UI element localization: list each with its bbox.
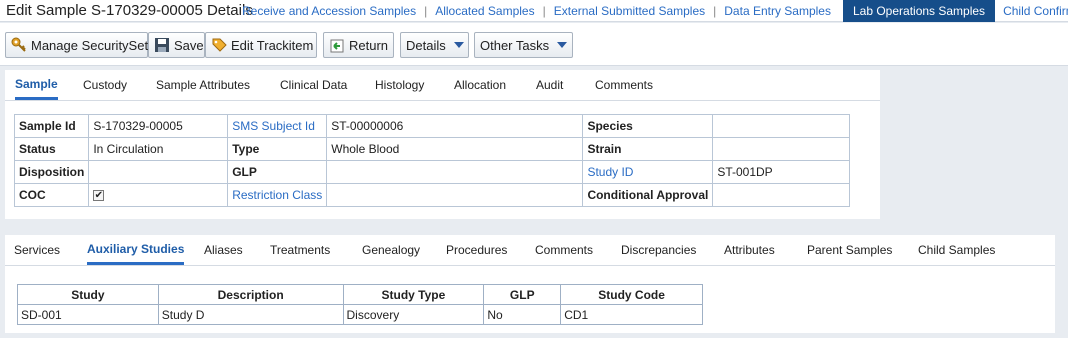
tab-histology[interactable]: Histology [375, 70, 424, 100]
tab-genealogy[interactable]: Genealogy [362, 235, 420, 265]
strain-value [712, 137, 850, 161]
sample-id-label: Sample Id [13, 114, 90, 138]
tab-comments-lower[interactable]: Comments [535, 235, 593, 265]
tab-parent-samples[interactable]: Parent Samples [807, 235, 892, 265]
column-header-study[interactable]: Study [17, 284, 159, 305]
page-title: Edit Sample S-170329-00005 Details [6, 2, 253, 19]
other-tasks-dropdown[interactable]: Other Tasks [474, 32, 573, 58]
restriction-class-link[interactable]: Restriction Class [227, 183, 328, 207]
nav-receive-and-accession[interactable]: Receive and Accession Samples [234, 4, 424, 18]
save-button[interactable]: Save [148, 32, 205, 58]
nav-lab-operations-samples[interactable]: Lab Operations Samples [842, 0, 996, 22]
tab-auxiliary-studies[interactable]: Auxiliary Studies [87, 235, 185, 265]
toolbar: Manage SecuritySet Save Edit Trackitem R… [0, 23, 1068, 66]
tab-audit[interactable]: Audit [536, 70, 563, 100]
nav-data-entry-samples[interactable]: Data Entry Samples [716, 4, 839, 18]
return-icon [329, 37, 345, 53]
tab-attributes[interactable]: Attributes [724, 235, 775, 265]
return-button[interactable]: Return [323, 32, 394, 58]
floppy-disk-icon [154, 37, 170, 53]
study-id-value: ST-001DP [712, 160, 850, 184]
tab-divider [5, 265, 1055, 266]
cell-glp: No [483, 304, 562, 325]
table-row[interactable]: SD-001 Study D Discovery No CD1 [17, 304, 703, 325]
cell-study-type: Discovery [342, 304, 485, 325]
edit-trackitem-label: Edit Trackitem [231, 37, 314, 53]
tab-discrepancies[interactable]: Discrepancies [621, 235, 696, 265]
coc-cell: ✔ [88, 183, 229, 207]
cell-study: SD-001 [17, 304, 159, 325]
details-label: Details [406, 37, 446, 53]
nav-allocated-samples[interactable]: Allocated Samples [427, 4, 542, 18]
glp-label: GLP [227, 160, 328, 184]
key-icon [11, 37, 27, 53]
tab-child-samples[interactable]: Child Samples [918, 235, 995, 265]
top-nav: Receive and Accession Samples | Allocate… [234, 0, 1068, 22]
study-id-link[interactable]: Study ID [582, 160, 714, 184]
status-label: Status [13, 137, 90, 161]
conditional-approval-value [712, 183, 850, 207]
edit-trackitem-button[interactable]: Edit Trackitem [205, 32, 317, 58]
table-row: Sample Id S-170329-00005 SMS Subject Id … [13, 114, 850, 138]
sample-panel: Sample Custody Sample Attributes Clinica… [5, 70, 880, 219]
tab-procedures[interactable]: Procedures [446, 235, 507, 265]
glp-value [326, 160, 584, 184]
sms-subject-id-value: ST-00000006 [326, 114, 584, 138]
other-tasks-label: Other Tasks [480, 37, 550, 53]
sms-subject-id-link[interactable]: SMS Subject Id [227, 114, 328, 138]
species-label: Species [582, 114, 714, 138]
sample-info-table: Sample Id S-170329-00005 SMS Subject Id … [13, 114, 850, 207]
table-row: Disposition GLP Study ID ST-001DP [13, 160, 850, 184]
table-row: Status In Circulation Type Whole Blood S… [13, 137, 850, 161]
species-value [712, 114, 850, 138]
manage-securityset-button[interactable]: Manage SecuritySet [5, 32, 148, 58]
cell-description: Study D [157, 304, 344, 325]
chevron-down-icon [557, 42, 568, 48]
manage-securityset-label: Manage SecuritySet [31, 37, 149, 53]
disposition-label: Disposition [13, 160, 90, 184]
restriction-class-value [326, 183, 584, 207]
tab-clinical-data[interactable]: Clinical Data [280, 70, 347, 100]
tab-aliases[interactable]: Aliases [204, 235, 243, 265]
tab-divider [5, 100, 880, 101]
column-header-study-type[interactable]: Study Type [342, 284, 485, 305]
tab-treatments[interactable]: Treatments [270, 235, 330, 265]
cell-study-code: CD1 [560, 304, 703, 325]
tab-sample[interactable]: Sample [15, 70, 58, 100]
strain-label: Strain [582, 137, 714, 161]
auxiliary-studies-table: Study Description Study Type GLP Study C… [17, 284, 703, 325]
tab-sample-attributes[interactable]: Sample Attributes [156, 70, 250, 100]
save-label: Save [174, 37, 204, 53]
status-value: In Circulation [88, 137, 229, 161]
tag-edit-icon [211, 37, 227, 53]
table-header-row: Study Description Study Type GLP Study C… [17, 284, 703, 305]
nav-child-confirmation[interactable]: Child Confirmati [995, 4, 1068, 18]
column-header-description[interactable]: Description [157, 284, 344, 305]
type-label: Type [227, 137, 328, 161]
chevron-down-icon [453, 42, 464, 48]
column-header-study-code[interactable]: Study Code [560, 284, 703, 305]
details-dropdown[interactable]: Details [400, 32, 469, 58]
tab-services[interactable]: Services [14, 235, 60, 265]
column-header-glp[interactable]: GLP [483, 284, 562, 305]
table-row: COC ✔ Restriction Class Conditional Appr… [13, 183, 850, 207]
return-label: Return [349, 37, 389, 53]
conditional-approval-label: Conditional Approval [582, 183, 714, 207]
sample-id-value: S-170329-00005 [88, 114, 229, 138]
tab-allocation[interactable]: Allocation [454, 70, 506, 100]
header-bar: Edit Sample S-170329-00005 Details Recei… [0, 0, 1068, 22]
related-panel: Services Auxiliary Studies Aliases Treat… [5, 235, 1055, 333]
disposition-value [88, 160, 229, 184]
type-value: Whole Blood [326, 137, 584, 161]
coc-checkbox[interactable]: ✔ [93, 190, 105, 202]
coc-label: COC [13, 183, 90, 207]
nav-external-submitted-samples[interactable]: External Submitted Samples [546, 4, 713, 18]
tab-comments[interactable]: Comments [595, 70, 653, 100]
tab-custody[interactable]: Custody [83, 70, 127, 100]
